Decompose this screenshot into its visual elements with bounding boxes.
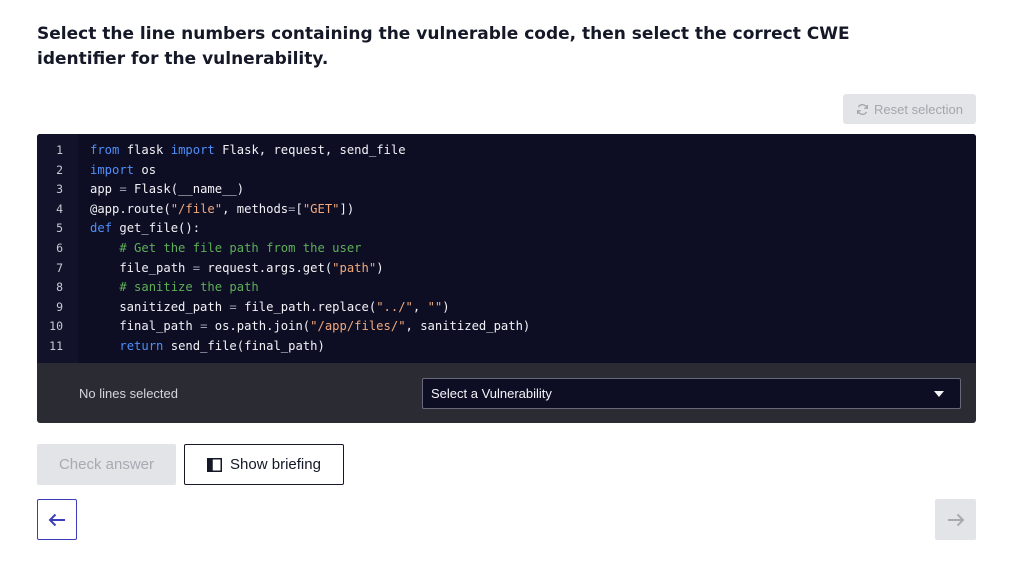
line-number[interactable]: 8: [37, 278, 63, 298]
code-token: ,: [412, 299, 428, 314]
line-code: @app.route("/file", methods=["GET"]): [90, 200, 354, 220]
line-code: file_path = request.args.get("path"): [90, 259, 384, 279]
code-token: file_path: [90, 260, 193, 275]
code-line[interactable]: 5 def get_file():: [37, 219, 976, 239]
show-briefing-button[interactable]: Show briefing: [184, 444, 344, 485]
line-code: import os: [90, 161, 156, 181]
code-line[interactable]: 8 # sanitize the path: [37, 278, 976, 298]
code-line[interactable]: 4 @app.route("/file", methods=["GET"]): [37, 200, 976, 220]
line-code: return send_file(final_path): [90, 337, 325, 357]
code-line[interactable]: 10 final_path = os.path.join("/app/files…: [37, 317, 976, 337]
code-token: "GET": [302, 201, 340, 216]
code-token: return: [119, 339, 164, 353]
code-editor: 1 from flask import Flask, request, send_…: [37, 134, 976, 363]
line-number[interactable]: 6: [37, 239, 63, 259]
line-number[interactable]: 1: [37, 141, 63, 161]
code-token: # Get the file path from the user: [119, 241, 362, 255]
previous-button[interactable]: [37, 499, 77, 540]
code-token: Flask, request, send_file: [214, 143, 406, 157]
code-token: os: [134, 162, 157, 177]
code-line[interactable]: 3 app = Flask(__name__): [37, 180, 976, 200]
code-token: final_path: [90, 319, 201, 334]
code-panel: 1 from flask import Flask, request, send_…: [37, 134, 976, 423]
arrow-right-icon: [947, 513, 964, 526]
code-token: sanitized_path: [90, 299, 230, 314]
line-number[interactable]: 11: [37, 337, 63, 357]
code-token: "../": [376, 299, 413, 314]
code-token: import: [90, 162, 135, 177]
line-code: sanitized_path = file_path.replace("../"…: [90, 298, 450, 318]
code-token: ]): [339, 201, 355, 216]
line-number[interactable]: 9: [37, 298, 63, 318]
code-line[interactable]: 9 sanitized_path = file_path.replace("..…: [37, 298, 976, 318]
check-answer-button[interactable]: Check answer: [37, 444, 176, 485]
line-number[interactable]: 7: [37, 259, 63, 279]
code-token: os.path.join(: [207, 319, 311, 334]
line-code: final_path = os.path.join("/app/files/",…: [90, 317, 530, 337]
code-line[interactable]: 6 # Get the file path from the user: [37, 239, 976, 259]
code-token: , sanitized_path): [405, 319, 531, 334]
instructions-text: Select the line numbers containing the v…: [37, 24, 850, 69]
line-number[interactable]: 2: [37, 161, 63, 181]
code-line[interactable]: 11 return send_file(final_path): [37, 337, 976, 357]
code-token: =: [229, 299, 237, 314]
chevron-down-icon: [934, 391, 944, 397]
line-number[interactable]: 5: [37, 219, 63, 239]
code-token: get_file():: [112, 221, 201, 236]
show-briefing-label: Show briefing: [230, 456, 321, 473]
code-token: ): [376, 260, 384, 275]
next-button[interactable]: [935, 499, 976, 540]
arrow-left-icon: [48, 513, 65, 526]
line-code: from flask import Flask, request, send_f…: [90, 141, 406, 161]
selection-status: No lines selected: [79, 386, 178, 401]
reset-selection-label: Reset selection: [874, 101, 963, 117]
refresh-icon: [857, 103, 869, 115]
vulnerability-select-value: Select a Vulnerability: [431, 386, 552, 401]
code-line[interactable]: 1 from flask import Flask, request, send_…: [37, 141, 976, 161]
line-code: # Get the file path from the user: [90, 239, 362, 259]
code-line[interactable]: 7 file_path = request.args.get("path"): [37, 259, 976, 279]
code-line[interactable]: 2 import os: [37, 161, 976, 181]
code-token: from: [90, 143, 120, 157]
code-token: import: [170, 143, 215, 157]
line-code: def get_file():: [90, 219, 200, 239]
code-token: # sanitize the path: [119, 280, 259, 295]
code-token: [: [295, 201, 303, 216]
check-answer-label: Check answer: [58, 456, 155, 473]
line-number[interactable]: 3: [37, 180, 63, 200]
line-number[interactable]: 10: [37, 317, 63, 337]
code-token: send_file(final_path): [163, 339, 325, 353]
line-code: # sanitize the path: [90, 278, 259, 298]
code-token: @app.route(: [90, 201, 171, 216]
vulnerability-select[interactable]: Select a Vulnerability: [422, 378, 961, 409]
code-token: def: [90, 221, 113, 236]
code-token: =: [192, 260, 201, 275]
code-token: request.args.get(: [200, 260, 333, 275]
code-token: "": [427, 299, 443, 314]
code-token: app: [90, 182, 120, 197]
code-token: "path": [332, 260, 377, 275]
code-token: "/app/files/": [310, 319, 406, 334]
line-code: app = Flask(__name__): [90, 180, 244, 200]
reset-selection-button[interactable]: Reset selection: [843, 94, 976, 124]
code-token: flask: [119, 143, 171, 157]
code-token: Flask(__name__): [126, 182, 245, 197]
code-token: file_path.replace(: [236, 299, 377, 314]
code-token: "/file": [170, 201, 223, 216]
line-number[interactable]: 4: [37, 200, 63, 220]
code-token: =: [119, 182, 127, 197]
book-icon: [207, 457, 223, 472]
code-token: , methods: [222, 201, 289, 216]
code-token: ): [442, 299, 450, 314]
